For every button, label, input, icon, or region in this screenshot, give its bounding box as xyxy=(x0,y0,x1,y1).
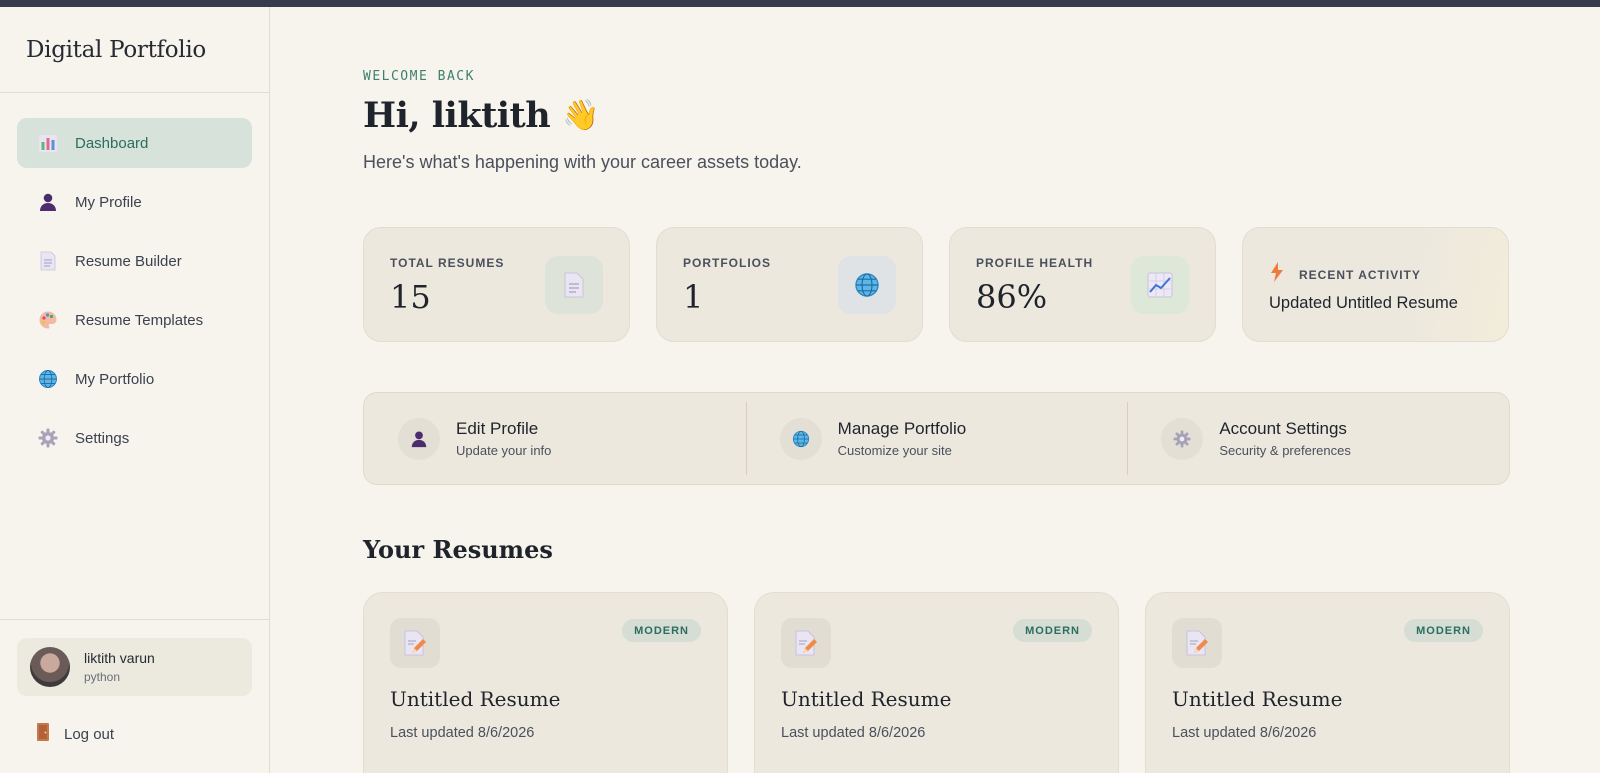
stat-card-total-resumes[interactable]: TOTAL RESUMES 15 xyxy=(363,227,630,342)
resume-title: Untitled Resume xyxy=(781,687,952,711)
user-info: liktith varun python xyxy=(84,650,155,684)
trend-chart-icon xyxy=(1131,256,1189,314)
resume-card[interactable]: MODERN Untitled Resume Last updated 8/6/… xyxy=(363,592,728,773)
stat-value: 86% xyxy=(976,278,1048,316)
action-text: Edit Profile Update your info xyxy=(456,419,551,458)
quick-actions: Edit Profile Update your info Manage Por… xyxy=(363,392,1510,485)
waving-hand-icon: 👋 xyxy=(562,98,600,133)
gear-icon xyxy=(37,427,59,449)
stat-card-portfolios[interactable]: PORTFOLIOS 1 xyxy=(656,227,923,342)
gear-icon xyxy=(1161,417,1204,460)
sidebar-item-dashboard[interactable]: Dashboard xyxy=(17,118,252,168)
template-badge: MODERN xyxy=(1404,619,1483,642)
user-card[interactable]: liktith varun python xyxy=(17,638,252,696)
stat-value: 15 xyxy=(390,278,431,316)
avatar xyxy=(30,647,70,687)
logout-label: Log out xyxy=(64,726,115,743)
action-subtitle: Customize your site xyxy=(837,443,952,458)
bar-chart-icon xyxy=(37,132,59,154)
sidebar-item-resume-templates[interactable]: Resume Templates xyxy=(17,295,252,345)
stat-label: TOTAL RESUMES xyxy=(390,256,505,270)
template-badge: MODERN xyxy=(622,619,701,642)
section-title: Your Resumes xyxy=(363,535,553,564)
resume-date: Last updated 8/6/2026 xyxy=(781,725,926,741)
sidebar-item-my-profile[interactable]: My Profile xyxy=(17,177,252,227)
user-subtitle: python xyxy=(84,670,121,684)
door-icon xyxy=(36,722,50,747)
sidebar-item-label: Dashboard xyxy=(75,134,149,152)
sidebar-item-resume-builder[interactable]: Resume Builder xyxy=(17,236,252,286)
stat-value: 1 xyxy=(683,278,704,316)
action-text: Manage Portfolio Customize your site xyxy=(838,419,967,458)
edit-profile-action[interactable]: Edit Profile Update your info xyxy=(364,393,746,484)
stats-row: TOTAL RESUMES 15 PORTFOLIOS 1 PROFILE HE… xyxy=(363,227,1535,342)
resume-title: Untitled Resume xyxy=(1172,687,1343,711)
brand-title[interactable]: Digital Portfolio xyxy=(26,37,206,63)
sidebar-item-label: Resume Builder xyxy=(75,252,182,270)
page-title: Hi, liktith 👋 xyxy=(363,95,600,136)
page-subtitle: Here's what's happening with your career… xyxy=(363,152,802,172)
activity-header: RECENT ACTIVITY xyxy=(1271,262,1421,287)
sidebar-item-label: Settings xyxy=(75,429,130,447)
sidebar-item-label: My Portfolio xyxy=(75,370,155,388)
welcome-label: WELCOME BACK xyxy=(363,69,475,84)
document-icon xyxy=(545,256,603,314)
account-settings-action[interactable]: Account Settings Security & preferences xyxy=(1127,393,1509,484)
activity-text: Updated Untitled Resume xyxy=(1269,294,1458,312)
document-edit-icon xyxy=(1172,618,1222,668)
resume-card[interactable]: MODERN Untitled Resume Last updated 8/6/… xyxy=(754,592,1119,773)
user-name: liktith varun xyxy=(84,650,155,666)
sidebar-nav: Dashboard My Profile Resume Builder Resu… xyxy=(17,118,252,472)
divider xyxy=(0,92,269,93)
stat-label: PORTFOLIOS xyxy=(683,256,771,270)
resume-date: Last updated 8/6/2026 xyxy=(390,725,535,741)
top-bar xyxy=(0,0,1600,7)
sidebar-item-settings[interactable]: Settings xyxy=(17,413,252,463)
palette-icon xyxy=(37,309,59,331)
action-title: Account Settings xyxy=(1219,419,1347,438)
sidebar-item-label: My Profile xyxy=(75,193,142,211)
globe-icon xyxy=(37,368,59,390)
resume-date: Last updated 8/6/2026 xyxy=(1172,725,1317,741)
document-icon xyxy=(37,250,59,272)
resume-card[interactable]: MODERN Untitled Resume Last updated 8/6/… xyxy=(1145,592,1510,773)
action-text: Account Settings Security & preferences xyxy=(1219,419,1351,458)
sidebar: Digital Portfolio Dashboard My Profile R… xyxy=(0,7,270,773)
greeting-text: Hi, liktith xyxy=(363,95,551,136)
action-title: Manage Portfolio xyxy=(837,419,967,438)
document-edit-icon xyxy=(781,618,831,668)
resume-title: Untitled Resume xyxy=(390,687,561,711)
template-badge: MODERN xyxy=(1013,619,1092,642)
action-title: Edit Profile xyxy=(456,419,539,438)
sidebar-item-label: Resume Templates xyxy=(75,311,204,329)
globe-icon xyxy=(838,256,896,314)
globe-icon xyxy=(779,417,822,460)
lightning-icon xyxy=(1271,262,1283,287)
sidebar-item-my-portfolio[interactable]: My Portfolio xyxy=(17,354,252,404)
stat-card-recent-activity[interactable]: RECENT ACTIVITY Updated Untitled Resume xyxy=(1242,227,1509,342)
stat-card-profile-health[interactable]: PROFILE HEALTH 86% xyxy=(949,227,1216,342)
resume-list: MODERN Untitled Resume Last updated 8/6/… xyxy=(363,592,1510,773)
stat-label: PROFILE HEALTH xyxy=(976,256,1094,270)
user-icon xyxy=(37,191,59,213)
manage-portfolio-action[interactable]: Manage Portfolio Customize your site xyxy=(745,393,1128,484)
action-subtitle: Update your info xyxy=(456,443,552,458)
divider xyxy=(0,619,269,620)
logout-button[interactable]: Log out xyxy=(36,722,114,747)
action-subtitle: Security & preferences xyxy=(1219,443,1351,458)
activity-label: RECENT ACTIVITY xyxy=(1299,267,1421,282)
user-icon xyxy=(398,417,440,460)
document-edit-icon xyxy=(390,618,440,668)
